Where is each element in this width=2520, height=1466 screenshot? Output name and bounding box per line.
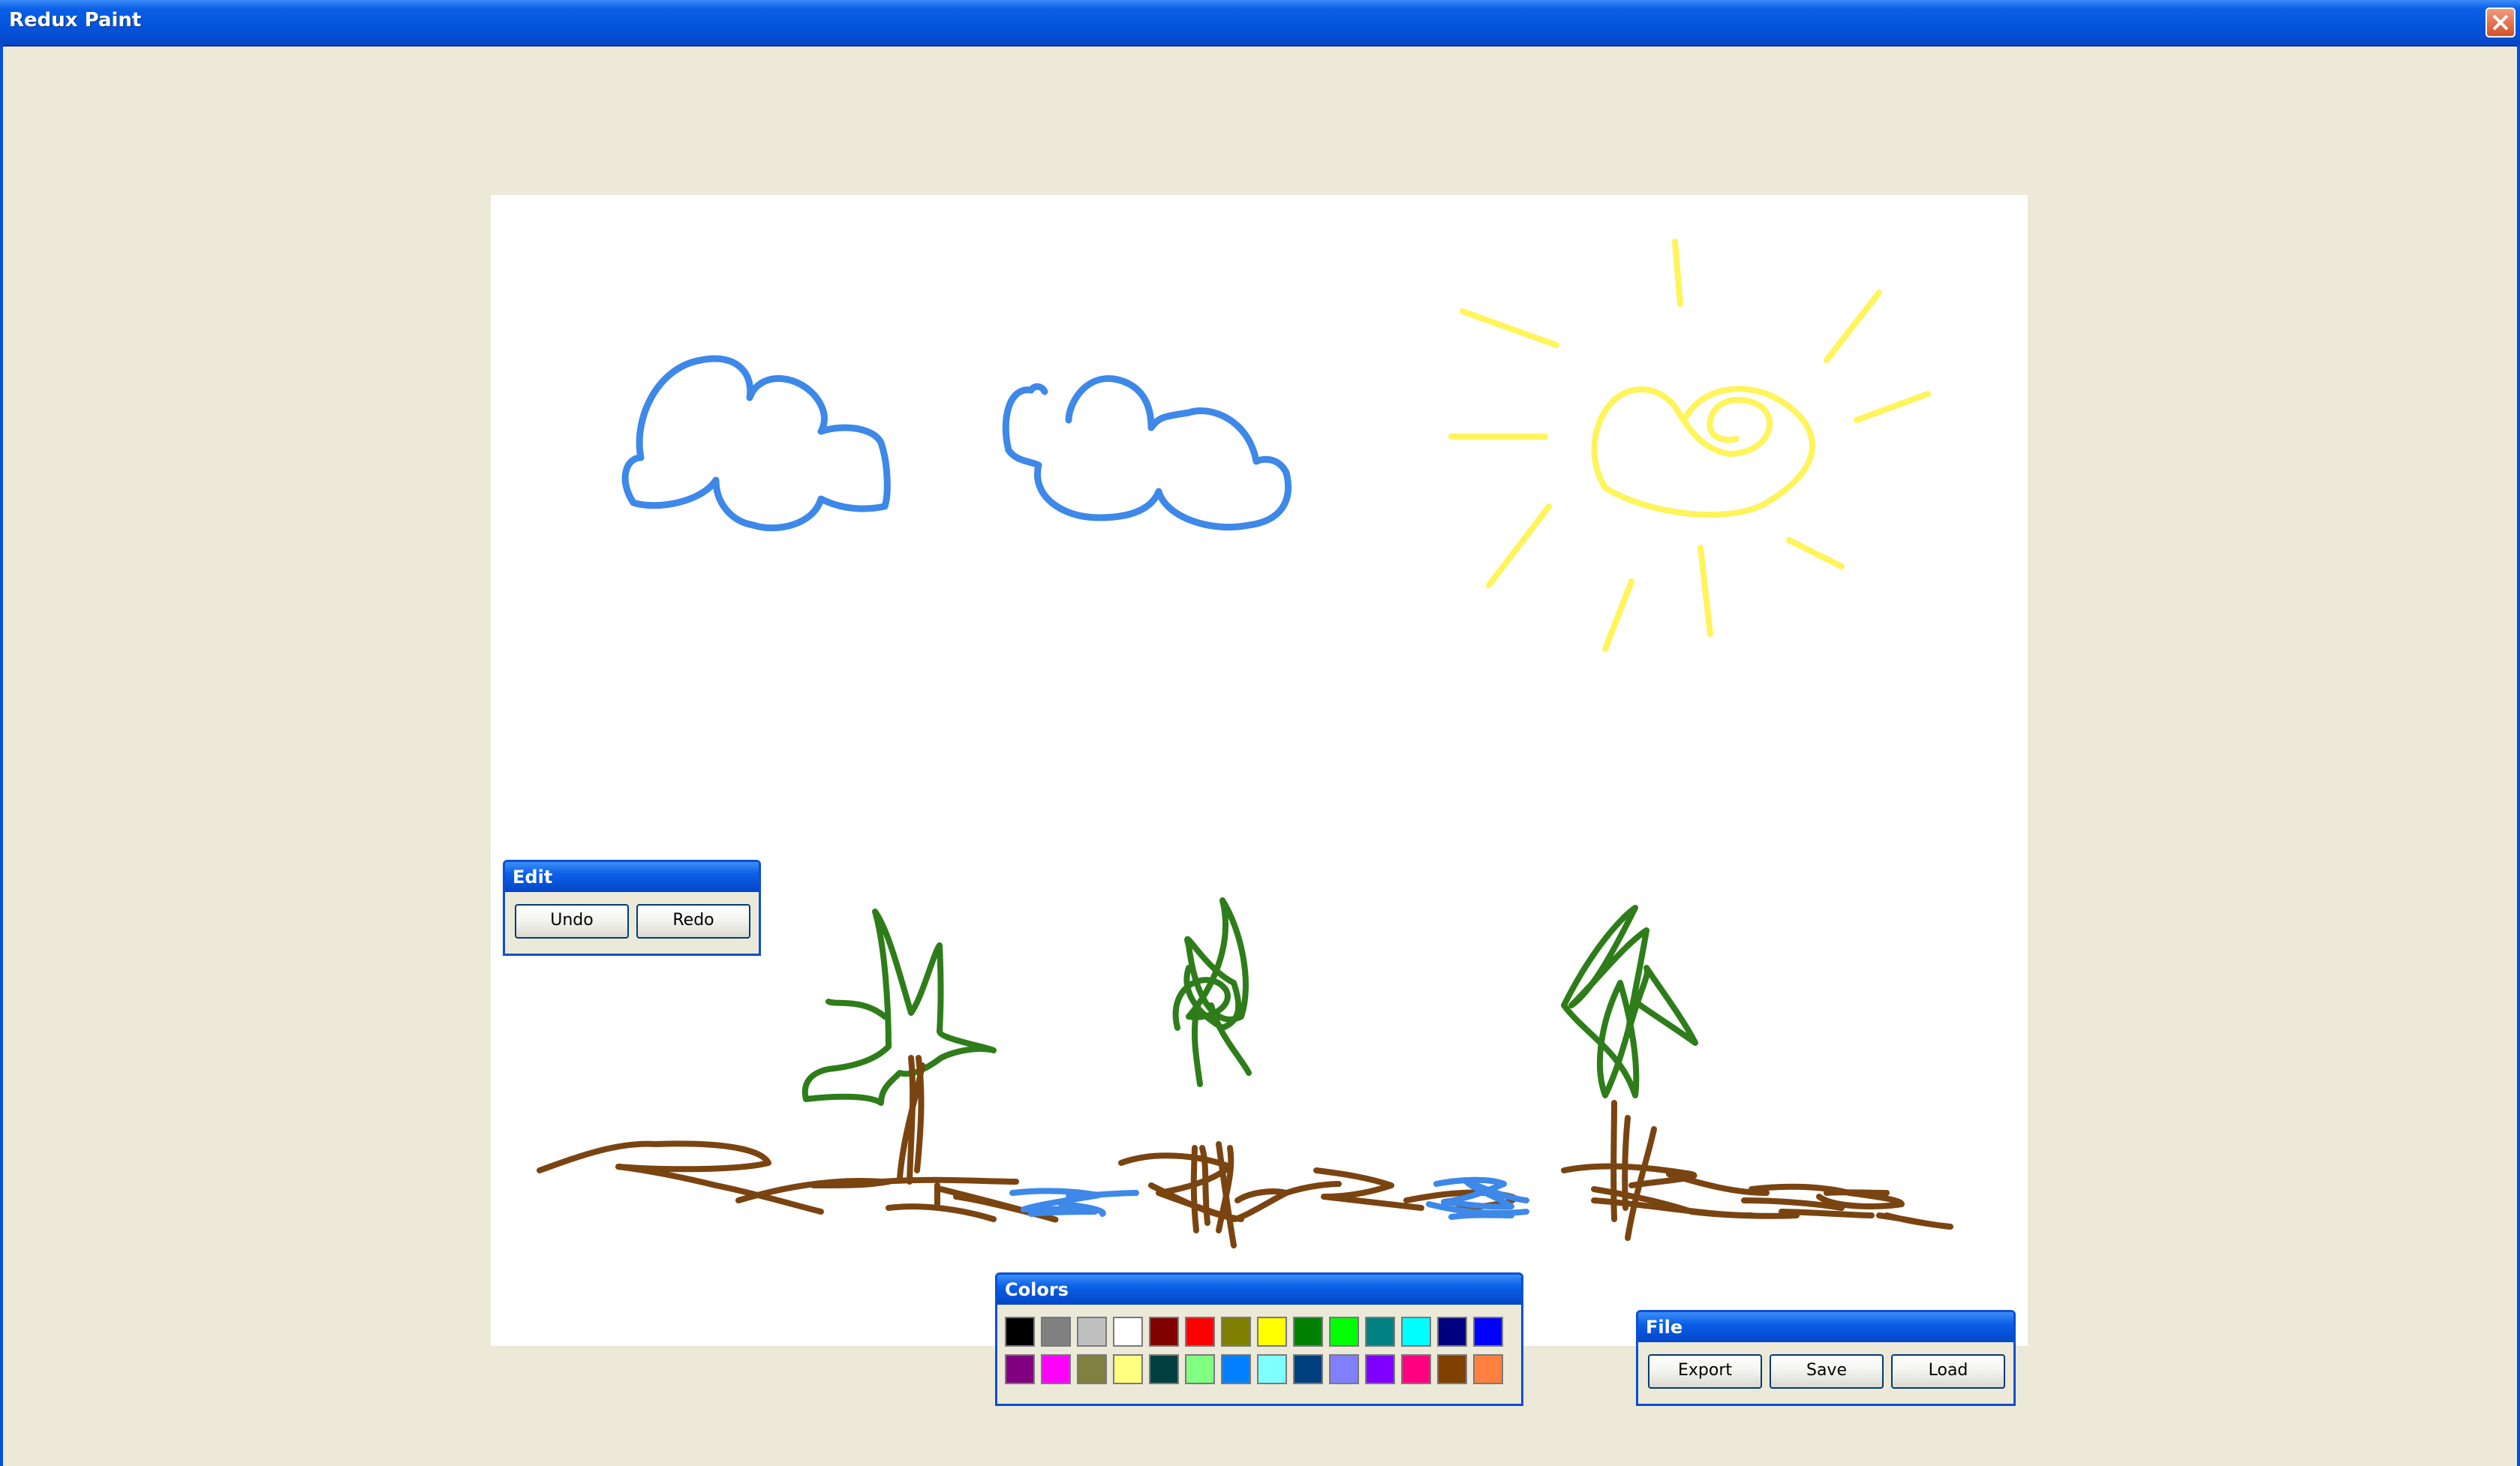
color-swatch[interactable] xyxy=(1365,1354,1395,1384)
color-swatch[interactable] xyxy=(1221,1317,1251,1347)
sun-drawing xyxy=(1448,239,1931,652)
color-swatch[interactable] xyxy=(1113,1317,1143,1347)
color-swatch[interactable] xyxy=(1041,1317,1071,1347)
window-frame-left xyxy=(0,45,3,1466)
color-swatch[interactable] xyxy=(1293,1354,1323,1384)
edit-panel[interactable]: Edit Undo Redo xyxy=(503,860,761,956)
color-swatch[interactable] xyxy=(1149,1317,1179,1347)
tree-left-drawing xyxy=(801,909,997,1185)
close-button[interactable] xyxy=(2485,8,2515,38)
file-panel-title: File xyxy=(1638,1312,2013,1342)
undo-button[interactable]: Undo xyxy=(515,904,629,939)
window-titlebar[interactable]: Redux Paint xyxy=(0,0,2520,47)
edit-panel-title: Edit xyxy=(505,862,759,892)
color-swatch[interactable] xyxy=(1077,1317,1107,1347)
tree-middle-drawing xyxy=(1172,897,1252,1248)
color-swatch[interactable] xyxy=(1257,1317,1287,1347)
color-swatch[interactable] xyxy=(1005,1354,1035,1384)
tree-right-drawing xyxy=(1561,905,1698,1241)
color-swatch[interactable] xyxy=(1149,1354,1179,1384)
colors-panel[interactable]: Colors xyxy=(995,1272,1523,1406)
color-swatch[interactable] xyxy=(1437,1317,1467,1347)
color-swatch[interactable] xyxy=(1041,1354,1071,1384)
colors-panel-title: Colors xyxy=(997,1275,1521,1305)
color-swatch[interactable] xyxy=(1293,1317,1323,1347)
color-swatch[interactable] xyxy=(1473,1354,1503,1384)
color-palette xyxy=(1005,1317,1515,1392)
load-button[interactable]: Load xyxy=(1891,1354,2005,1389)
color-swatch[interactable] xyxy=(1077,1354,1107,1384)
file-panel[interactable]: File Export Save Load xyxy=(1636,1310,2016,1406)
water-drawing xyxy=(1009,1176,1529,1220)
close-icon xyxy=(2492,14,2509,31)
color-swatch[interactable] xyxy=(1437,1354,1467,1384)
color-swatch[interactable] xyxy=(1401,1317,1431,1347)
color-swatch[interactable] xyxy=(1185,1354,1215,1384)
window-title: Redux Paint xyxy=(9,9,142,32)
window-frame-right xyxy=(2517,45,2520,1466)
color-swatch[interactable] xyxy=(1113,1354,1143,1384)
color-swatch[interactable] xyxy=(1329,1354,1359,1384)
color-swatch[interactable] xyxy=(1185,1317,1215,1347)
cloud-drawing xyxy=(621,355,1292,532)
color-swatch[interactable] xyxy=(1365,1317,1395,1347)
ground-drawing xyxy=(537,1140,1953,1230)
export-button[interactable]: Export xyxy=(1648,1354,1762,1389)
color-swatch[interactable] xyxy=(1005,1317,1035,1347)
color-swatch[interactable] xyxy=(1401,1354,1431,1384)
save-button[interactable]: Save xyxy=(1770,1354,1884,1389)
color-swatch[interactable] xyxy=(1257,1354,1287,1384)
drawing-canvas[interactable] xyxy=(491,195,2028,1346)
color-swatch[interactable] xyxy=(1221,1354,1251,1384)
color-swatch[interactable] xyxy=(1329,1317,1359,1347)
redo-button[interactable]: Redo xyxy=(636,904,750,939)
color-swatch[interactable] xyxy=(1473,1317,1503,1347)
